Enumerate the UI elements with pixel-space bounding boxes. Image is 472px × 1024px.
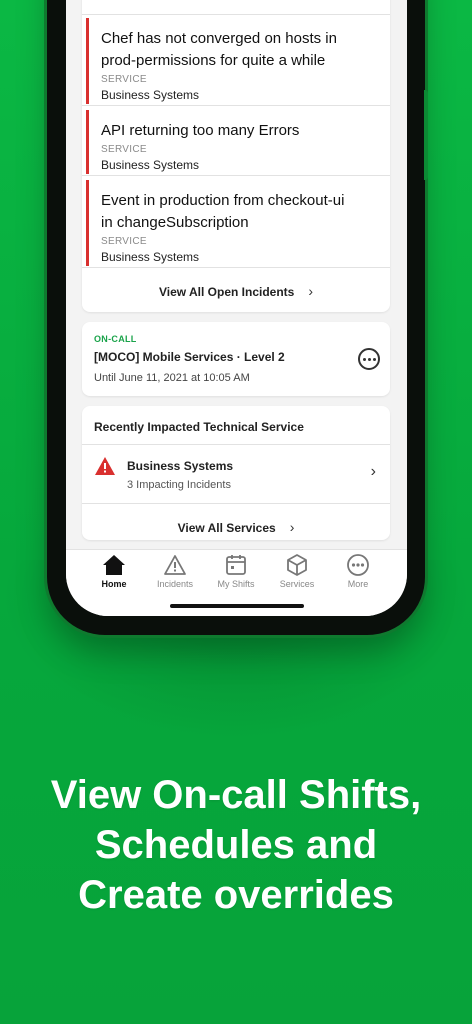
incident-team: Business Systems — [101, 158, 200, 172]
service-incident-count: 3 Impacting Incidents — [127, 479, 231, 491]
incident-tag: SERVICE — [101, 236, 147, 247]
incident-team: Business Systems — [101, 250, 200, 264]
calendar-icon — [226, 555, 246, 575]
tab-my-shifts[interactable]: My Shifts — [206, 554, 266, 589]
phone-side-button — [424, 90, 428, 180]
incident-title: Chef has not converged on hosts in prod-… — [101, 30, 337, 69]
phone-screen: Chef has not converged on hosts in prod-… — [66, 0, 407, 616]
home-icon — [103, 555, 125, 575]
more-icon — [347, 554, 369, 576]
warning-icon — [95, 457, 115, 475]
oncall-label: ON-CALL — [94, 334, 137, 344]
incident-item[interactable]: API returning too many Errors SERVICE Bu… — [86, 110, 390, 174]
oncall-card[interactable]: ON-CALL [MOCO] Mobile Services · Level 2… — [82, 322, 390, 396]
divider — [82, 14, 390, 15]
incident-team: Business Systems — [101, 88, 200, 102]
cube-icon — [287, 554, 307, 576]
incident-title: Event in production from checkout-ui in … — [101, 192, 345, 231]
chevron-right-icon: › — [289, 519, 295, 535]
tab-incidents[interactable]: Incidents — [145, 554, 205, 589]
view-all-services-button[interactable]: View All Services › — [82, 519, 390, 535]
chevron-right-icon: › — [370, 463, 376, 480]
view-all-incidents-button[interactable]: View All Open Incidents › — [82, 283, 390, 299]
tab-more[interactable]: More — [328, 554, 388, 589]
warning-icon — [164, 555, 186, 575]
promo-headline: View On-call Shifts, Schedules and Creat… — [50, 773, 422, 917]
incident-tag: SERVICE — [101, 74, 147, 85]
incident-tag: SERVICE — [101, 144, 147, 155]
service-row[interactable]: Business Systems 3 Impacting Incidents › — [82, 445, 390, 503]
service-name: Business Systems — [127, 459, 234, 473]
tab-services[interactable]: Services — [267, 554, 327, 589]
open-incidents-card: Chef has not converged on hosts in prod-… — [82, 0, 390, 312]
more-options-icon[interactable] — [358, 348, 380, 370]
incident-item[interactable]: Chef has not converged on hosts in prod-… — [86, 18, 390, 104]
divider — [82, 105, 390, 106]
section-title: Recently Impacted Technical Service — [94, 420, 304, 434]
impacted-services-card: Recently Impacted Technical Service Busi… — [82, 406, 390, 540]
divider — [82, 503, 390, 504]
oncall-until: Until June 11, 2021 at 10:05 AM — [94, 372, 250, 384]
divider — [82, 175, 390, 176]
divider — [82, 267, 390, 268]
incident-title: API returning too many Errors — [101, 122, 300, 139]
tab-home[interactable]: Home — [84, 554, 144, 589]
chevron-right-icon: › — [308, 283, 314, 299]
incident-item[interactable]: Event in production from checkout-ui in … — [86, 180, 390, 266]
oncall-escalation-name: [MOCO] Mobile Services · Level 2 — [94, 350, 285, 364]
home-indicator — [170, 604, 304, 608]
